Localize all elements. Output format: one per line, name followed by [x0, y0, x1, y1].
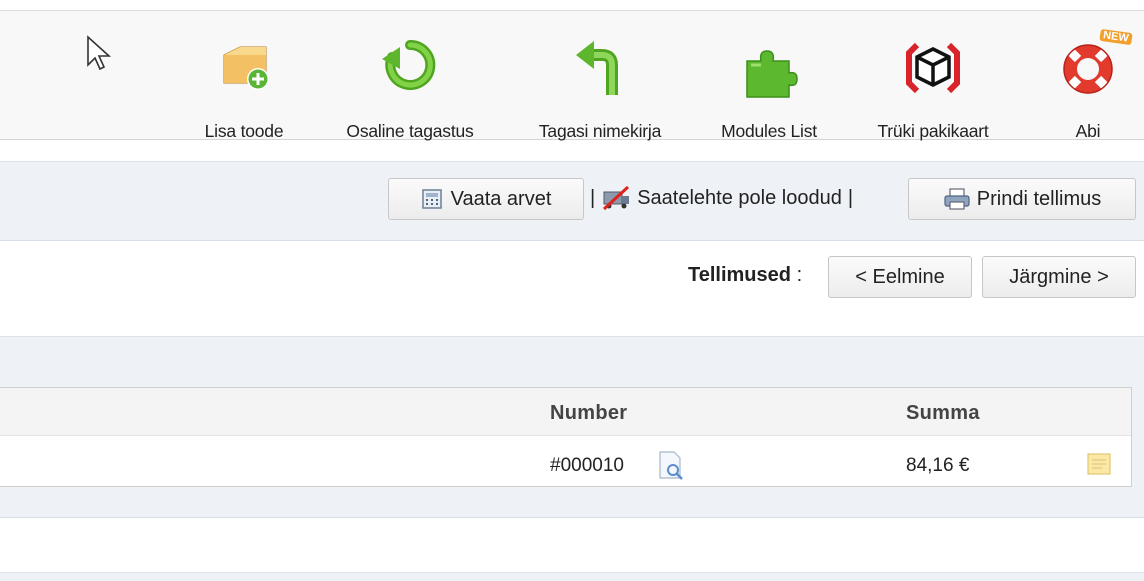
toolbar-partial-refund-button[interactable]: Osaline tagastus	[326, 33, 494, 141]
next-order-label: Järgmine >	[1009, 265, 1109, 288]
toolbar-label: Tagasi nimekirja	[538, 121, 662, 141]
separator: |	[847, 186, 854, 209]
view-invoice-label: Vaata arvet	[450, 187, 552, 210]
column-header-total: Summa	[906, 402, 980, 424]
toolbar-label: Lisa toode	[204, 121, 284, 141]
previous-order-button[interactable]: < Eelmine	[828, 256, 972, 298]
delivery-slip-status-text: Saatelehte pole loodud	[637, 186, 842, 209]
no-delivery-slip-icon	[603, 185, 630, 211]
view-invoice-button[interactable]: Vaata arvet	[388, 178, 584, 220]
view-document-icon[interactable]	[656, 450, 686, 480]
mouse-cursor-icon	[87, 35, 112, 71]
toolbar-label: Trüki pakikaart	[877, 121, 989, 141]
toolbar-print-package-card-button[interactable]: Trüki pakikaart	[858, 33, 1008, 141]
order-total: 84,16 €	[906, 455, 970, 476]
order-number: #000010	[550, 455, 624, 476]
orders-table: Number Summa #000010 84,16 €	[0, 387, 1132, 487]
separator: |	[590, 186, 596, 209]
orders-nav-label: Tellimused :	[688, 264, 802, 287]
package-icon	[906, 42, 960, 94]
orders-colon: :	[796, 264, 803, 286]
print-order-button[interactable]: Prindi tellimus	[908, 178, 1136, 220]
printer-icon	[944, 188, 970, 210]
lifebuoy-icon	[1063, 44, 1113, 94]
table-header: Number Summa	[0, 388, 1131, 436]
toolbar-back-to-list-button[interactable]: Tagasi nimekirja	[520, 33, 680, 141]
previous-order-label: < Eelmine	[855, 265, 945, 288]
partial-refund-icon	[382, 39, 436, 90]
column-header-number: Number	[550, 402, 628, 424]
toolbar-label: Modules List	[721, 121, 817, 141]
next-order-button[interactable]: Järgmine >	[982, 256, 1136, 298]
toolbar-add-product-button[interactable]: Lisa toode	[186, 33, 302, 141]
note-icon[interactable]	[1086, 452, 1112, 476]
delivery-slip-status: | Saatelehte pole loodud |	[590, 185, 853, 211]
toolbar: Lisa toode Osaline tagastus Tagasi nimek…	[0, 10, 1144, 141]
toolbar-help-button[interactable]: NEW Abi	[1050, 28, 1133, 141]
bottom-divider	[0, 572, 1144, 581]
toolbar-label: Osaline tagastus	[346, 121, 474, 141]
print-order-label: Prindi tellimus	[976, 187, 1102, 210]
back-arrow-icon	[576, 41, 618, 95]
toolbar-label: Abi	[1075, 121, 1101, 141]
calculator-icon	[421, 189, 442, 209]
add-product-icon	[223, 46, 269, 90]
puzzle-icon	[746, 50, 798, 98]
toolbar-modules-list-button[interactable]: Modules List	[704, 33, 834, 141]
orders-label: Tellimused	[688, 264, 791, 286]
